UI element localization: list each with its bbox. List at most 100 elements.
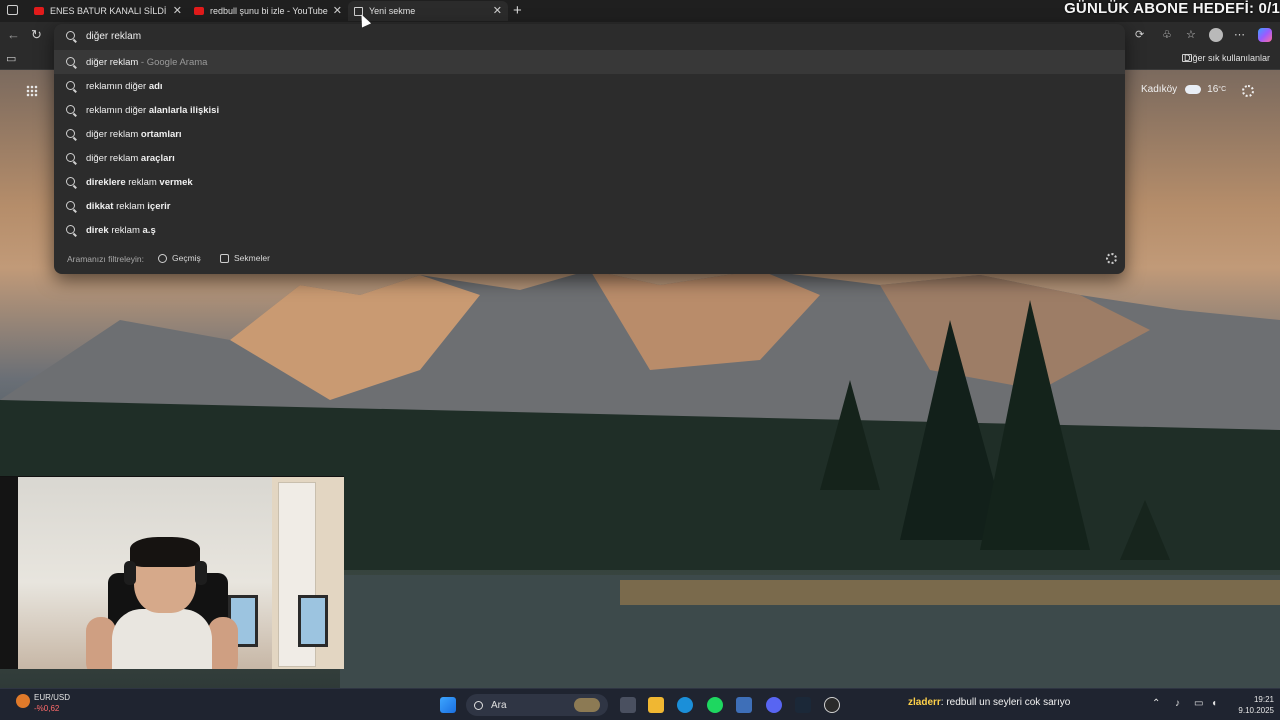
page-settings-gear-icon[interactable]	[1242, 85, 1254, 97]
search-suggestion[interactable]: diğer reklam araçları	[54, 146, 1125, 170]
suggestion-source: - Google Arama	[138, 56, 208, 68]
search-suggestion[interactable]: dikkat reklam içerir	[54, 194, 1125, 218]
tab-title: redbull şunu bi izle - YouTube	[210, 6, 328, 16]
search-suggestion[interactable]: direklere reklam vermek	[54, 170, 1125, 194]
app-icon[interactable]	[824, 697, 840, 713]
back-arrow-icon[interactable]: ←	[7, 27, 20, 42]
new-tab-plus-icon[interactable]: +	[513, 2, 522, 19]
search-filter-bar: Aramanızı filtreleyin: Geçmiş Sekmeler	[54, 248, 1125, 270]
suggestion-completion: direklere	[86, 176, 126, 188]
tab-enes-batur[interactable]: ENES BATUR KANALI SİLDİ AQ - Y ✕	[28, 1, 188, 21]
tab-new-tab[interactable]: Yeni sekme ✕	[348, 1, 508, 21]
search-icon	[66, 81, 75, 90]
steam-icon[interactable]	[795, 697, 811, 713]
search-icon	[66, 177, 75, 186]
chat-username: zladerr	[908, 697, 941, 708]
more-options-icon[interactable]: ⋯	[1234, 28, 1245, 41]
microphone-icon[interactable]: ♪	[1175, 698, 1180, 709]
weather-location: Kadıköy	[1141, 84, 1178, 95]
tabs-icon	[220, 253, 229, 263]
filter-tabs-chip[interactable]: Sekmeler	[220, 253, 270, 263]
taskbar-search-placeholder: Ara	[491, 699, 507, 711]
search-icon	[66, 31, 75, 40]
suggestion-match: diğer reklam	[86, 128, 141, 140]
suggestion-text: direk reklam a.ş	[86, 225, 156, 236]
stream-chat-overlay: zladerr: redbull un seyleri cok sarıyo	[908, 697, 1070, 708]
fx-widget-icon	[16, 694, 30, 708]
close-tab-icon[interactable]: ✕	[333, 4, 342, 17]
windows-start-icon[interactable]	[440, 697, 456, 713]
profile-avatar-icon[interactable]	[1209, 28, 1223, 42]
favorites-star-icon[interactable]: ☆	[1186, 28, 1196, 41]
spotify-icon[interactable]	[707, 697, 723, 713]
taskbar-clock[interactable]: 19:21 9.10.2025	[1228, 694, 1274, 716]
suggestion-match: diğer reklam	[86, 152, 141, 164]
tab-strip: ENES BATUR KANALI SİLDİ AQ - Y ✕ redbull…	[0, 0, 1280, 22]
suggestion-completion: a.ş	[142, 224, 156, 236]
discord-icon[interactable]	[766, 697, 782, 713]
webcam-headset	[195, 561, 207, 585]
search-suggestion[interactable]: reklamın diğer adı	[54, 74, 1125, 98]
search-suggestion[interactable]: reklamın diğer alanlarla ilişkisi	[54, 98, 1125, 122]
volume-icon[interactable]: ◖	[1211, 698, 1217, 709]
suggestion-completion: araçları	[140, 152, 175, 164]
webcam-headset	[124, 561, 136, 585]
suggestion-text: dikkat reklam içerir	[86, 201, 171, 212]
extensions-icon[interactable]: ⟳	[1135, 28, 1144, 41]
search-icon	[66, 153, 75, 162]
filter-label: Aramanızı filtreleyin:	[67, 254, 144, 264]
filter-history-chip[interactable]: Geçmiş	[158, 253, 201, 263]
clock-date: 9.10.2025	[1238, 706, 1274, 715]
youtube-icon	[34, 7, 44, 15]
search-icon	[474, 700, 483, 710]
search-settings-gear-icon[interactable]	[1106, 253, 1117, 264]
copilot-icon[interactable]	[1258, 28, 1272, 42]
filter-history-label: Geçmiş	[172, 253, 201, 263]
address-bar-input[interactable]: diğer reklam	[54, 24, 1125, 49]
network-icon[interactable]: ▭	[1194, 698, 1203, 709]
close-tab-icon[interactable]: ✕	[493, 4, 502, 17]
suggestion-match: reklamın diğer	[86, 80, 149, 92]
suggestion-text: reklamın diğer adı	[86, 81, 163, 92]
browser-essentials-icon[interactable]: ♧	[1162, 28, 1172, 41]
task-view-icon[interactable]	[620, 697, 636, 713]
tab-actions-menu-icon[interactable]	[7, 5, 18, 15]
suggestion-match: reklam	[125, 176, 160, 188]
close-tab-icon[interactable]: ✕	[173, 4, 182, 17]
other-favorites-link[interactable]: Diğer sık kullanılanlar	[1184, 53, 1270, 63]
suggestion-match: reklam	[113, 200, 148, 212]
suggestion-completion: adı	[148, 80, 163, 92]
refresh-icon[interactable]: ↻	[31, 27, 42, 43]
file-explorer-icon[interactable]	[648, 697, 664, 713]
suggestion-completion: içerir	[147, 200, 171, 212]
history-icon	[158, 253, 167, 263]
tab-redbull-youtube[interactable]: redbull şunu bi izle - YouTube ✕	[188, 1, 348, 21]
webcam-poster	[298, 595, 328, 647]
favorites-app-icon[interactable]: ▭	[6, 52, 16, 65]
show-hidden-icons-chevron-icon[interactable]: ⌃	[1152, 698, 1160, 709]
app-launcher-icon[interactable]	[26, 85, 38, 97]
address-bar-dropdown: diğer reklam diğer reklam - Google Arama…	[54, 24, 1125, 274]
suggestion-text: reklamın diğer alanlarla ilişkisi	[86, 105, 219, 116]
suggestion-match: reklamın diğer	[86, 104, 149, 116]
taskbar-search[interactable]: Ara	[466, 694, 608, 716]
search-suggestion[interactable]: diğer reklam ortamları	[54, 122, 1125, 146]
search-icon	[66, 129, 75, 138]
app-icon[interactable]	[736, 697, 752, 713]
search-suggestion[interactable]: direk reklam a.ş	[54, 218, 1125, 242]
address-bar-query: diğer reklam	[86, 31, 142, 42]
suggestion-match: reklam	[108, 224, 143, 236]
weather-widget[interactable]: Kadıköy 16 °C	[1141, 84, 1226, 95]
tab-title: Yeni sekme	[369, 6, 416, 16]
suggestion-completion: dikkat	[86, 200, 114, 212]
clock-time: 19:21	[1253, 695, 1274, 704]
webcam-person-hair	[130, 537, 200, 567]
suggestion-text: diğer reklam ortamları	[86, 129, 182, 140]
suggestion-completion: ortamları	[140, 128, 182, 140]
tab-title: ENES BATUR KANALI SİLDİ AQ - Y	[50, 6, 168, 16]
search-icon	[66, 105, 75, 114]
temperature-unit: °C	[1218, 86, 1227, 93]
edge-icon[interactable]	[677, 697, 693, 713]
fx-widget[interactable]: EUR/USD -%0,62	[10, 692, 70, 714]
search-suggestion[interactable]: diğer reklam - Google Arama	[54, 50, 1125, 74]
